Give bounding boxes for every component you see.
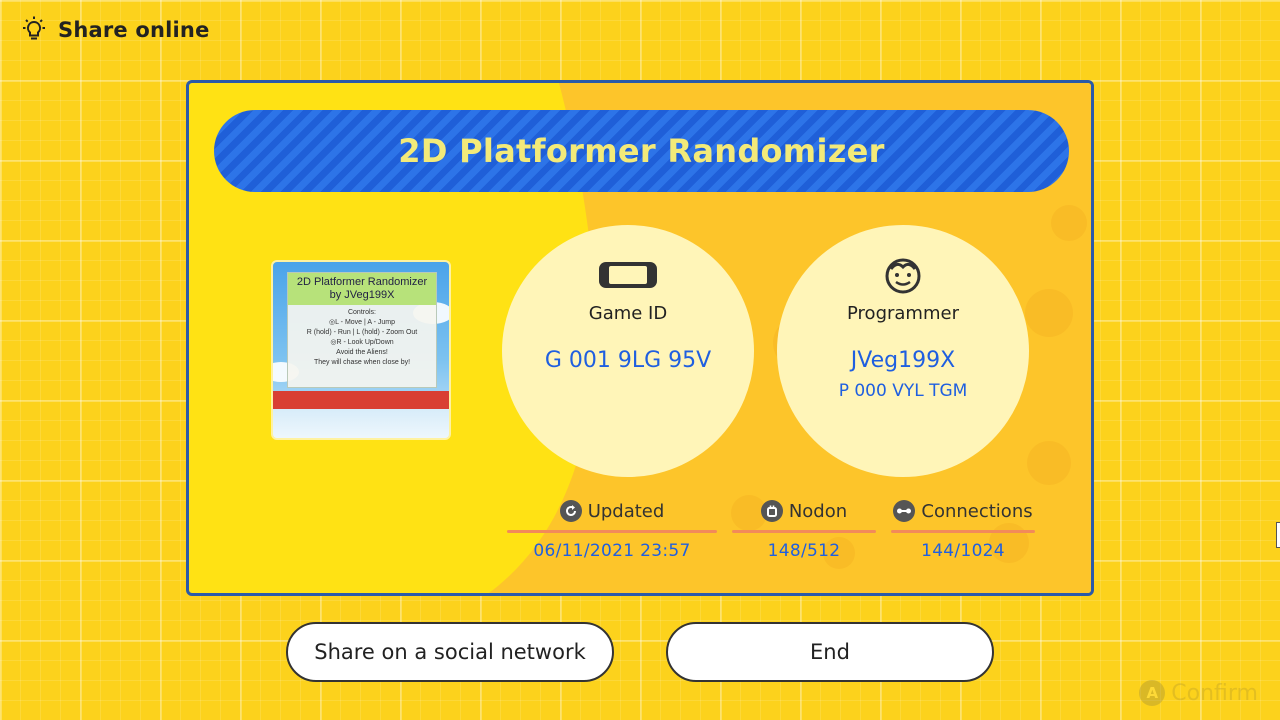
game-id-label: Game ID bbox=[588, 303, 668, 324]
thumbnail-sign-line: They will chase when close by! bbox=[313, 359, 411, 366]
thumbnail-ground bbox=[273, 409, 449, 438]
game-title: 2D Platformer Randomizer bbox=[398, 132, 885, 170]
stat-updated-label: Updated bbox=[587, 500, 665, 522]
lightbulb-icon bbox=[23, 16, 45, 40]
thumbnail-sign: 2D Platformer Randomizer by JVeg199X Con… bbox=[287, 272, 437, 388]
thumbnail-platform bbox=[273, 391, 449, 409]
thumbnail-sign-line: Avoid the Aliens! bbox=[336, 349, 388, 356]
thumbnail-sign-line: R (hold) - Run | L (hold) - Zoom Out bbox=[306, 329, 418, 336]
programmer-label: Programmer bbox=[847, 303, 959, 324]
programmer-panel: Programmer JVeg199X P 000 VYL TGM bbox=[777, 225, 1029, 477]
stat-nodon-value: 148/512 bbox=[767, 541, 841, 561]
stat-divider bbox=[507, 530, 717, 533]
game-id-value: G 001 9LG 95V bbox=[544, 348, 712, 373]
refresh-icon bbox=[559, 500, 582, 522]
confirm-hint[interactable]: A Confirm bbox=[1139, 680, 1258, 706]
game-info-card: 2D Platformer Randomizer 2D Platformer R… bbox=[186, 80, 1094, 596]
game-title-banner: 2D Platformer Randomizer bbox=[214, 110, 1069, 192]
thumbnail-sign-text: Controls: ◎L - Move | A - Jump R (hold) … bbox=[288, 305, 436, 371]
stat-connections: Connections 144/1024 bbox=[891, 498, 1035, 561]
game-id-panel: Game ID G 001 9LG 95V bbox=[502, 225, 754, 477]
end-button[interactable]: End bbox=[666, 622, 994, 682]
stat-connections-value: 144/1024 bbox=[921, 541, 1005, 561]
a-button-icon: A bbox=[1139, 680, 1166, 706]
stat-nodon-label: Nodon bbox=[788, 500, 848, 522]
thumbnail-sign-line: ◎L - Move | A - Jump bbox=[328, 319, 396, 326]
face-icon bbox=[885, 258, 921, 294]
stat-divider bbox=[891, 530, 1035, 533]
thumbnail-sign-line: ◎R - Look Up/Down bbox=[330, 339, 394, 346]
confirm-label: Confirm bbox=[1171, 680, 1258, 706]
connection-icon bbox=[893, 500, 916, 522]
stat-divider bbox=[732, 530, 876, 533]
thumbnail-sign-title: 2D Platformer Randomizer by JVeg199X bbox=[288, 273, 436, 305]
nodon-icon bbox=[760, 500, 783, 522]
switch-console-icon bbox=[599, 262, 657, 288]
programmer-id: P 000 VYL TGM bbox=[838, 381, 968, 401]
stat-nodon: Nodon 148/512 bbox=[732, 498, 876, 561]
scroll-edge-marker bbox=[1276, 522, 1280, 548]
stat-connections-label: Connections bbox=[921, 500, 1033, 522]
stat-updated: Updated 06/11/2021 23:57 bbox=[507, 498, 717, 561]
game-thumbnail: 2D Platformer Randomizer by JVeg199X Con… bbox=[271, 260, 451, 440]
programmer-name: JVeg199X bbox=[850, 348, 956, 373]
share-social-button[interactable]: Share on a social network bbox=[286, 622, 614, 682]
stat-updated-value: 06/11/2021 23:57 bbox=[533, 541, 691, 561]
screen-title: Share online bbox=[58, 18, 210, 42]
screen-header: Share online bbox=[20, 16, 210, 44]
thumbnail-sign-line: Controls: bbox=[347, 309, 376, 316]
